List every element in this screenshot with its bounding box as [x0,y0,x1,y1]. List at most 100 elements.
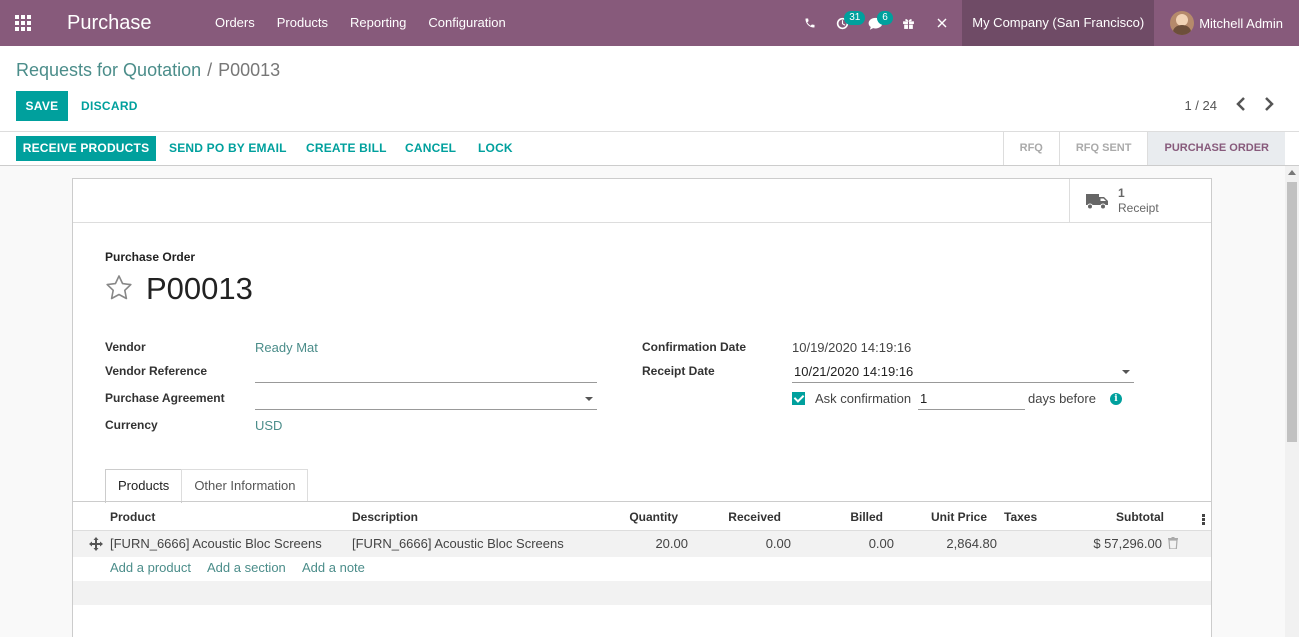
info-icon[interactable]: i [1110,393,1122,405]
status-bar: RECEIVE PRODUCTS SEND PO BY EMAIL CREATE… [0,132,1299,166]
message-count-badge: 6 [877,11,893,25]
chevron-down-icon [1122,370,1130,374]
receipt-count: 1 [1118,186,1125,200]
discard-button[interactable]: DISCARD [81,91,138,121]
col-taxes[interactable]: Taxes [1004,510,1037,524]
cell-quantity[interactable]: 20.00 [613,536,688,551]
breadcrumb: Requests for Quotation / P00013 [16,60,280,81]
user-name: Mitchell Admin [1199,15,1283,31]
vendor-reference-label: Vendor Reference [105,364,208,378]
scroll-thumb[interactable] [1287,182,1297,442]
doc-name: P00013 [146,271,253,306]
main-menu: Orders Products Reporting Configuration [204,0,517,46]
receipt-date-value: 10/21/2020 14:19:16 [794,364,914,379]
top-navbar: Purchase Orders Products Reporting Confi… [0,0,1299,46]
col-received[interactable]: Received [713,510,781,524]
cancel-button[interactable]: CANCEL [405,136,456,161]
table-row[interactable]: [FURN_6666] Acoustic Bloc Screens [FURN_… [73,531,1211,557]
app-brand[interactable]: Purchase [67,12,197,35]
menu-reporting[interactable]: Reporting [339,0,417,46]
receive-products-button[interactable]: RECEIVE PRODUCTS [16,136,156,161]
cell-product[interactable]: [FURN_6666] Acoustic Bloc Screens [110,536,322,551]
confirmation-date-label: Confirmation Date [642,340,747,354]
chat-icon[interactable]: 6 [859,0,893,46]
tabs-divider [73,501,1211,502]
col-description[interactable]: Description [352,510,418,524]
vendor-label: Vendor [105,340,146,354]
vendor-field[interactable]: Ready Mat [255,340,318,355]
receipt-smart-button[interactable]: 1 Receipt [1069,179,1211,223]
currency-field[interactable]: USD [255,418,282,433]
stage-rfq[interactable]: RFQ [1002,132,1059,165]
cell-unit-price[interactable]: 2,864.80 [913,536,997,551]
empty-table-row [73,581,1211,605]
receipt-label: Receipt [1118,201,1159,215]
col-product[interactable]: Product [110,510,155,524]
order-lines-header: Product Description Quantity Received Bi… [73,505,1211,531]
send-po-email-button[interactable]: SEND PO BY EMAIL [169,136,287,161]
apps-grid-icon[interactable] [0,0,46,46]
purchase-agreement-label: Purchase Agreement [105,391,225,405]
truck-icon [1086,194,1108,210]
stage-rfq-sent[interactable]: RFQ SENT [1058,132,1148,165]
user-menu[interactable]: Mitchell Admin [1154,0,1299,46]
add-product-link[interactable]: Add a product [110,560,191,575]
move-icon[interactable] [89,537,103,551]
tab-products[interactable]: Products [105,469,183,503]
column-options-icon[interactable] [1202,514,1205,526]
pager-value[interactable]: 1 / 24 [1184,98,1217,113]
page-scrollbar[interactable] [1285,166,1299,637]
scroll-up-icon[interactable] [1288,170,1296,175]
systray: 31 6 My Company (San Francisco) Mitchell… [793,0,1299,46]
cell-subtotal: $ 57,296.00 [1093,536,1162,551]
cell-received[interactable]: 0.00 [713,536,791,551]
days-before-label: days before [1028,391,1096,406]
chevron-down-icon [585,397,593,401]
create-bill-button[interactable]: CREATE BILL [306,136,387,161]
ask-confirmation-checkbox[interactable] [792,392,805,405]
stage-pipeline: RFQ RFQ SENT PURCHASE ORDER [1002,132,1285,165]
breadcrumb-parent[interactable]: Requests for Quotation [16,60,201,80]
ask-confirmation-days-input[interactable]: 1 [918,388,1025,410]
menu-configuration[interactable]: Configuration [417,0,516,46]
receipt-date-label: Receipt Date [642,364,715,378]
chevron-left-icon[interactable] [1234,96,1248,112]
save-button[interactable]: SAVE [16,91,68,121]
company-switcher[interactable]: My Company (San Francisco) [962,0,1155,46]
trash-icon[interactable] [1168,537,1178,549]
control-panel: Requests for Quotation / P00013 SAVE DISCA… [0,46,1299,132]
gift-icon[interactable] [892,0,925,46]
notebook-tabs: Products Other Information [105,469,309,503]
confirmation-date-value: 10/19/2020 14:19:16 [792,340,912,355]
chevron-right-icon[interactable] [1262,96,1276,112]
clock-icon[interactable]: 31 [826,0,866,46]
doc-type-label: Purchase Order [105,250,196,264]
purchase-agreement-select[interactable] [255,388,597,410]
breadcrumb-current: P00013 [218,60,281,80]
receipt-date-input[interactable]: 10/21/2020 14:19:16 [792,361,1134,383]
menu-products[interactable]: Products [266,0,339,46]
lock-button[interactable]: LOCK [478,136,513,161]
breadcrumb-separator: / [207,60,213,80]
menu-orders[interactable]: Orders [204,0,266,46]
vendor-reference-input[interactable] [255,361,597,383]
add-line-row: Add a product Add a section Add a note [73,557,1211,581]
col-quantity[interactable]: Quantity [613,510,678,524]
smart-button-box: 1 Receipt [73,179,1211,223]
close-icon[interactable] [925,0,958,46]
add-note-link[interactable]: Add a note [302,560,365,575]
cell-description[interactable]: [FURN_6666] Acoustic Bloc Screens [352,536,564,551]
add-section-link[interactable]: Add a section [207,560,286,575]
cell-billed[interactable]: 0.00 [823,536,894,551]
tab-other-information[interactable]: Other Information [181,469,309,502]
currency-label: Currency [105,418,158,432]
col-subtotal[interactable]: Subtotal [1073,510,1164,524]
phone-icon[interactable] [793,0,826,46]
avatar [1170,11,1195,35]
col-unit-price[interactable]: Unit Price [913,510,987,524]
col-billed[interactable]: Billed [823,510,883,524]
star-icon[interactable] [105,274,133,302]
form-sheet: 1 Receipt Purchase Order P00013 Vendor R… [72,178,1212,637]
ask-confirmation-label: Ask confirmation [815,391,912,406]
stage-purchase-order[interactable]: PURCHASE ORDER [1147,132,1285,165]
